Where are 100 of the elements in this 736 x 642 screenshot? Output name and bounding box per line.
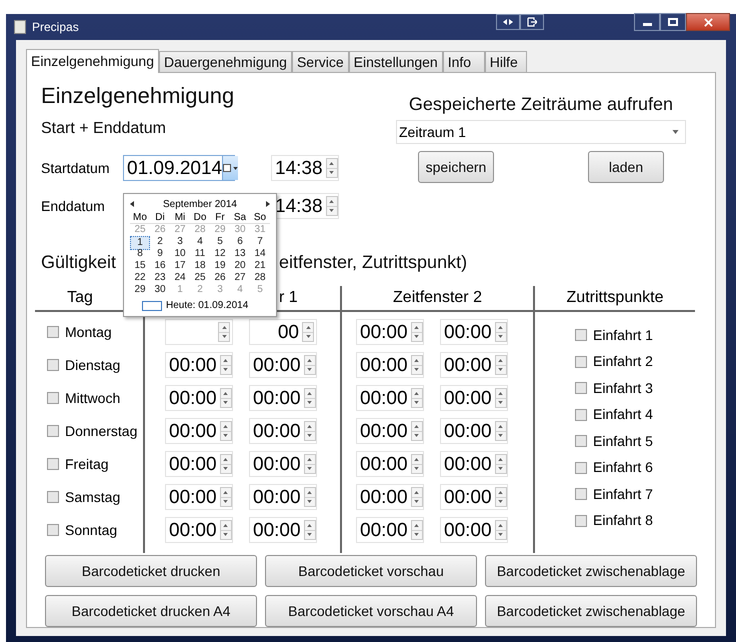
time-field[interactable]: 14:38 bbox=[271, 155, 339, 181]
spin-buttons[interactable] bbox=[494, 322, 507, 342]
time-field[interactable]: 00:00 bbox=[356, 517, 424, 543]
spin-buttons[interactable] bbox=[326, 196, 338, 216]
spin-buttons[interactable] bbox=[220, 388, 232, 408]
time-field[interactable]: 00:00 bbox=[356, 484, 424, 510]
time-field[interactable]: 00:00 bbox=[249, 484, 317, 510]
time-field[interactable]: 00:00 bbox=[356, 319, 424, 345]
action-button[interactable]: Barcodeticket drucken bbox=[45, 555, 257, 587]
checkbox[interactable] bbox=[575, 488, 587, 500]
spin-buttons[interactable] bbox=[494, 421, 507, 441]
checkbox[interactable] bbox=[47, 359, 59, 371]
time-field[interactable]: 00:00 bbox=[165, 385, 233, 411]
minimize-icon[interactable] bbox=[634, 13, 660, 31]
checkbox[interactable] bbox=[47, 524, 59, 536]
calendar-day[interactable]: 19 bbox=[210, 260, 230, 272]
calendar-icon[interactable] bbox=[222, 156, 238, 180]
checkbox[interactable] bbox=[575, 462, 587, 474]
spin-buttons[interactable] bbox=[304, 520, 316, 540]
previous-month-icon[interactable] bbox=[130, 201, 134, 207]
checkbox[interactable] bbox=[575, 356, 587, 368]
calendar-day[interactable]: 16 bbox=[150, 260, 170, 272]
calendar-day[interactable]: 3 bbox=[170, 236, 190, 250]
tab[interactable]: Hilfe bbox=[484, 51, 527, 72]
checkbox[interactable] bbox=[575, 514, 587, 527]
time-field[interactable]: 00:00 bbox=[440, 517, 508, 543]
spin-buttons[interactable] bbox=[410, 454, 423, 474]
time-field[interactable] bbox=[165, 319, 233, 345]
spin-buttons[interactable] bbox=[304, 421, 316, 441]
calendar-day[interactable]: 12 bbox=[210, 248, 230, 260]
calendar-day[interactable]: 15 bbox=[130, 260, 150, 272]
calendar-day[interactable]: 20 bbox=[230, 260, 250, 272]
checkbox[interactable] bbox=[575, 435, 587, 448]
spin-buttons[interactable] bbox=[410, 421, 423, 441]
spin-buttons[interactable] bbox=[302, 322, 314, 342]
arrows-icon[interactable] bbox=[496, 14, 520, 30]
checkbox[interactable] bbox=[47, 326, 59, 338]
spin-buttons[interactable] bbox=[304, 355, 316, 375]
time-field[interactable]: 00:00 bbox=[165, 352, 233, 378]
spin-buttons[interactable] bbox=[304, 388, 316, 408]
calendar-day[interactable]: 28 bbox=[250, 272, 270, 284]
calendar-day[interactable]: 4 bbox=[190, 236, 210, 250]
spin-buttons[interactable] bbox=[304, 454, 316, 474]
calendar-day[interactable]: 18 bbox=[190, 260, 210, 272]
action-button[interactable]: Barcodeticket drucken A4 bbox=[45, 595, 257, 627]
calendar-day[interactable]: 1 bbox=[130, 236, 150, 250]
calendar-day[interactable]: 24 bbox=[170, 272, 190, 284]
time-field[interactable]: 00:00 bbox=[356, 352, 424, 378]
time-field[interactable]: 00:00 bbox=[249, 451, 317, 477]
time-field[interactable]: 00:00 bbox=[440, 484, 508, 510]
time-field[interactable]: 00:00 bbox=[249, 352, 317, 378]
spin-buttons[interactable] bbox=[304, 487, 316, 507]
month-title[interactable]: September 2014 bbox=[163, 196, 237, 212]
spin-buttons[interactable] bbox=[220, 421, 232, 441]
time-field[interactable]: 00:00 bbox=[249, 418, 317, 444]
calendar-day[interactable]: 14 bbox=[250, 248, 270, 260]
calendar-day[interactable]: 6 bbox=[230, 236, 250, 250]
spin-buttons[interactable] bbox=[494, 355, 507, 375]
time-field[interactable]: 00:00 bbox=[440, 319, 508, 345]
time-field[interactable]: 00:00 bbox=[356, 385, 424, 411]
action-button[interactable]: Barcodeticket vorschau bbox=[265, 555, 477, 587]
calendar-day[interactable]: 11 bbox=[190, 248, 210, 260]
spin-buttons[interactable] bbox=[494, 520, 507, 540]
calendar-day[interactable]: 23 bbox=[150, 272, 170, 284]
checkbox[interactable] bbox=[47, 458, 59, 470]
checkbox[interactable] bbox=[575, 382, 587, 394]
tab[interactable]: Dauergenehmigung bbox=[158, 51, 292, 72]
spin-buttons[interactable] bbox=[218, 322, 230, 342]
spin-buttons[interactable] bbox=[220, 355, 232, 375]
tab[interactable]: Service bbox=[292, 51, 349, 72]
time-field[interactable]: 00:00 bbox=[165, 418, 233, 444]
calendar-day[interactable]: 17 bbox=[170, 260, 190, 272]
tab[interactable]: Einstellungen bbox=[348, 51, 443, 72]
today-link[interactable]: Heute: 01.09.2014 bbox=[166, 298, 248, 313]
action-button[interactable]: Barcodeticket zwischenablage bbox=[485, 555, 697, 587]
time-field[interactable]: 00:00 bbox=[440, 418, 508, 444]
time-field[interactable]: 00:00 bbox=[165, 451, 233, 477]
calendar-day[interactable]: 5 bbox=[210, 236, 230, 250]
date-field[interactable]: 01.09.2014 bbox=[123, 155, 235, 181]
time-field[interactable]: 00:00 bbox=[356, 418, 424, 444]
time-field[interactable]: 00:00 bbox=[165, 517, 233, 543]
calendar-day[interactable]: 9 bbox=[150, 248, 170, 260]
action-button[interactable]: Barcodeticket zwischenablage bbox=[485, 595, 697, 627]
tab[interactable]: Info bbox=[442, 51, 485, 72]
time-field[interactable]: 00:00 bbox=[440, 352, 508, 378]
maximize-icon[interactable] bbox=[660, 13, 686, 31]
close-icon[interactable] bbox=[686, 13, 730, 31]
action-button[interactable]: laden bbox=[588, 151, 664, 183]
spin-buttons[interactable] bbox=[494, 487, 507, 507]
calendar-day[interactable]: 25 bbox=[190, 272, 210, 284]
checkbox[interactable] bbox=[47, 491, 59, 503]
calendar-day[interactable]: 10 bbox=[170, 248, 190, 260]
spin-buttons[interactable] bbox=[326, 158, 338, 178]
calendar-day[interactable]: 21 bbox=[250, 260, 270, 272]
spin-buttons[interactable] bbox=[220, 520, 232, 540]
time-field[interactable]: 00:00 bbox=[249, 517, 317, 543]
spin-buttons[interactable] bbox=[220, 454, 232, 474]
checkbox[interactable] bbox=[575, 408, 587, 421]
calendar-day[interactable]: 2 bbox=[150, 236, 170, 250]
spin-buttons[interactable] bbox=[410, 520, 423, 540]
